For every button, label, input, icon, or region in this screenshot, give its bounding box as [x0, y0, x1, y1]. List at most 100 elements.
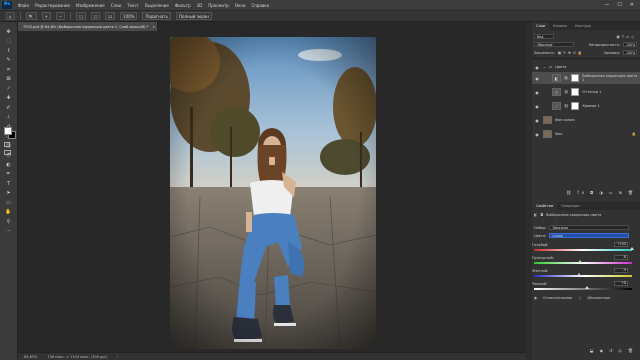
yellow-slider[interactable]: Желтый: -9	[532, 268, 638, 280]
layer-mask-thumbnail[interactable]	[571, 88, 580, 96]
slider-thumb[interactable]	[630, 247, 634, 250]
document-canvas-image[interactable]	[170, 37, 376, 349]
cyan-slider[interactable]: Голубой: +100	[532, 242, 638, 254]
delete-icon[interactable]: 🗑	[628, 348, 636, 353]
zoom-level[interactable]: 84,63%	[24, 355, 37, 359]
fill-field[interactable]: 100%	[623, 50, 637, 55]
menu-image[interactable]: Изображение	[73, 3, 108, 8]
eye-icon[interactable]: ◉	[534, 65, 540, 70]
lock-icons[interactable]: ▦✎✥⊡🔒	[558, 51, 584, 55]
healing-brush-tool-icon[interactable]: ✚	[4, 95, 14, 103]
document-tab[interactable]: 7503.psd @ 84,6% (Выборочная коррекция ц…	[18, 22, 158, 31]
link-layers-icon[interactable]: ⛓	[566, 190, 574, 195]
foreground-color-swatch[interactable]	[4, 127, 12, 135]
tab-paths[interactable]: Контуры	[571, 22, 595, 30]
home-icon[interactable]: ⌂	[6, 12, 15, 20]
radio-absolute[interactable]: ○	[578, 296, 581, 300]
menu-select[interactable]: Выделение	[142, 3, 172, 8]
menu-window[interactable]: Окно	[232, 3, 249, 8]
menu-layers[interactable]: Слои	[108, 3, 124, 8]
fill-screen-button[interactable]: Полный экран	[176, 12, 212, 20]
screen-mode-icon[interactable]	[4, 150, 11, 155]
zoom-tool-icon[interactable]: ⚲	[4, 218, 14, 226]
shape-tool-icon[interactable]: ▭	[4, 199, 14, 207]
mask-icon[interactable]: ◘	[540, 213, 543, 217]
slider-track[interactable]	[534, 262, 632, 264]
fx-icon[interactable]: fx	[577, 190, 587, 195]
zoom-out-icon[interactable]: −	[55, 12, 66, 20]
zoom-100-button[interactable]: 100%	[120, 12, 138, 20]
quick-mask-icon[interactable]	[4, 142, 10, 147]
lasso-tool-icon[interactable]: ℓ	[4, 47, 14, 55]
canvas-area[interactable]	[18, 31, 526, 352]
eye-icon[interactable]: ◉	[534, 104, 540, 109]
brush-tool-icon[interactable]: ✐	[4, 104, 14, 112]
layer-row-selected[interactable]: ◉ ◧ ⛓ Выборочная коррекция цвета 1	[532, 72, 640, 84]
marquee-tool-icon[interactable]: ⬚	[4, 38, 14, 46]
black-slider[interactable]: Черный: +8	[532, 281, 638, 293]
new-group-icon[interactable]: ▭	[609, 190, 616, 195]
pen-tool-icon[interactable]: ✒	[4, 171, 14, 179]
chevron-right-icon[interactable]: ›	[117, 355, 118, 359]
tab-properties[interactable]: Свойства	[532, 202, 558, 210]
tab-channels[interactable]: Каналы	[549, 22, 571, 30]
tab-layers[interactable]: Слои	[532, 22, 550, 30]
hand-tool-icon[interactable]: ✋	[4, 209, 14, 217]
eye-icon[interactable]: ◉	[534, 118, 540, 123]
move-tool-icon[interactable]: ✥	[4, 28, 14, 36]
frame-tool-icon[interactable]: ⊠	[4, 76, 14, 84]
layer-row[interactable]: ◉ ⟋ ⛓ Кривые 1	[532, 100, 640, 112]
maximize-button[interactable]: ☐	[617, 2, 621, 8]
chevron-down-icon[interactable]: ⌄	[543, 65, 546, 69]
menu-3d[interactable]: 3D	[194, 3, 206, 8]
slider-track[interactable]	[534, 249, 632, 251]
clone-stamp-tool-icon[interactable]: ⊥	[4, 114, 14, 122]
slider-track[interactable]	[534, 275, 632, 277]
slider-value[interactable]: +100	[614, 242, 628, 247]
close-window-button[interactable]: ✕	[630, 2, 634, 8]
magenta-slider[interactable]: Пурпурный: -6	[532, 255, 638, 267]
layer-row[interactable]: ◉ ⌄ ▭ Цвета	[532, 62, 640, 72]
fit-screen-button[interactable]: Подогнать	[142, 12, 171, 20]
new-layer-icon[interactable]: ⊞	[619, 190, 625, 195]
slider-thumb[interactable]	[576, 273, 581, 276]
colors-select[interactable]: Синие	[549, 233, 630, 238]
blend-mode-select[interactable]: Обычные	[534, 42, 574, 47]
clip-icon[interactable]: ⬓	[590, 348, 597, 353]
reset-icon[interactable]: ↺	[609, 348, 615, 353]
layer-row[interactable]: ◉ ▽ ⛓ Оттенки 1	[532, 86, 640, 98]
path-select-tool-icon[interactable]: ➤	[4, 190, 14, 198]
zoom-in-icon[interactable]: +	[41, 12, 51, 20]
eye-icon[interactable]: ◉	[534, 76, 540, 81]
view-previous-icon[interactable]: ◉	[600, 348, 607, 353]
menu-file[interactable]: Файл	[15, 3, 32, 8]
eye-icon[interactable]: ◉	[534, 132, 540, 137]
menu-edit[interactable]: Редактирование	[32, 3, 73, 8]
opacity-field[interactable]: 100%	[623, 42, 637, 47]
minimize-button[interactable]: —	[604, 2, 609, 8]
layer-kind-select[interactable]: Вид	[534, 34, 554, 39]
type-tool-icon[interactable]: T	[4, 180, 14, 188]
menu-type[interactable]: Текст	[124, 3, 142, 8]
layer-mask-thumbnail[interactable]	[571, 74, 580, 82]
resize-windows-checkbox[interactable]: ☐	[76, 12, 86, 20]
menu-filter[interactable]: Фильтр	[172, 3, 194, 8]
layer-row[interactable]: ◉ Фон 🔒	[532, 128, 640, 140]
slider-thumb[interactable]	[578, 260, 583, 263]
radio-relative[interactable]: ◉	[534, 296, 537, 300]
eye-icon[interactable]: ◉	[534, 90, 540, 95]
layer-mask-thumbnail[interactable]	[571, 102, 580, 110]
zoom-tool-icon[interactable]: 🔍	[25, 12, 37, 20]
slider-thumb[interactable]	[584, 286, 589, 289]
zoom-all-checkbox[interactable]: ☐	[90, 12, 101, 20]
eyedropper-tool-icon[interactable]: ⁄	[4, 85, 14, 93]
layer-filter-icons[interactable]: ▣T▭◇	[617, 35, 636, 39]
scrubby-zoom-checkbox[interactable]: ☑	[105, 12, 116, 20]
document-tab-close-icon[interactable]: ×	[152, 25, 155, 29]
slider-value[interactable]: -6	[614, 255, 628, 260]
slider-value[interactable]: -9	[614, 268, 628, 273]
layer-row[interactable]: ◉ Фон копия	[532, 114, 640, 126]
preset-select[interactable]: Заказная	[549, 225, 630, 230]
visibility-icon[interactable]: ◎	[618, 348, 625, 353]
slider-value[interactable]: +8	[614, 281, 628, 286]
